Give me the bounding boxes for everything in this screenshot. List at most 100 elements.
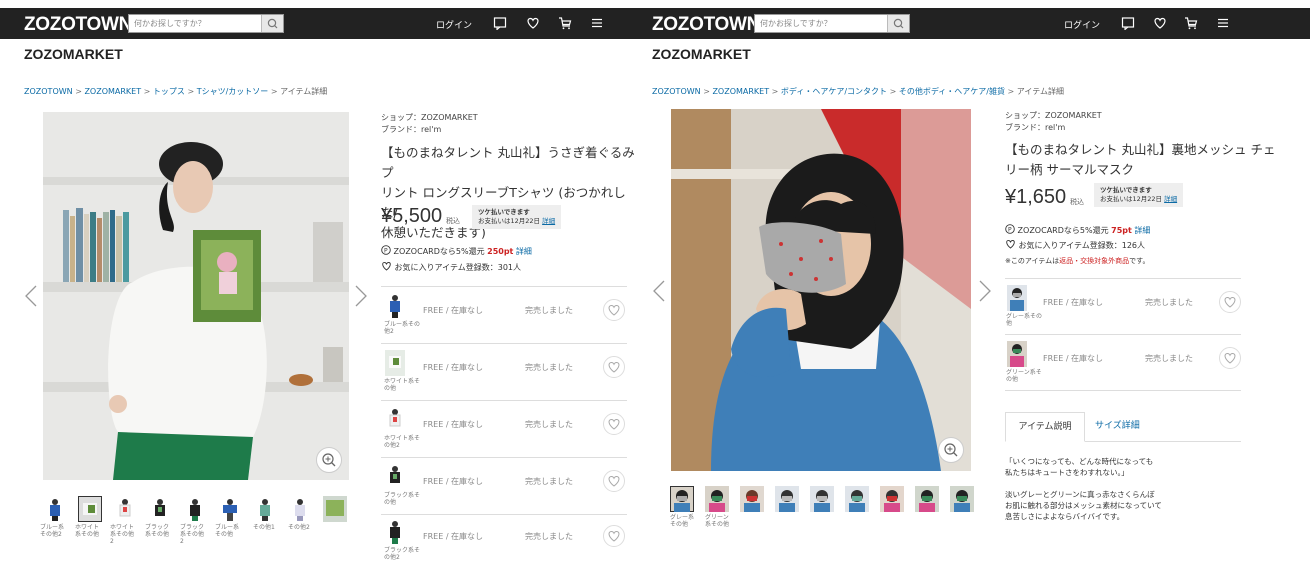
- menu-icon[interactable]: [1216, 16, 1230, 30]
- thumbnail[interactable]: [253, 496, 277, 522]
- next-image-arrow[interactable]: [354, 285, 368, 307]
- tab-size-detail[interactable]: サイズ詳細: [1095, 412, 1140, 442]
- thumbnail[interactable]: [323, 496, 347, 522]
- zoom-button[interactable]: [316, 447, 342, 473]
- breadcrumb-zozotown[interactable]: ZOZOTOWN: [24, 87, 73, 96]
- prev-image-arrow[interactable]: [652, 280, 666, 302]
- return-note-prefix: ※このアイテムは: [1005, 257, 1060, 265]
- breadcrumb-subcategory[interactable]: Tシャツ/カットソー: [197, 87, 269, 96]
- pay-later-detail-link[interactable]: 詳細: [542, 217, 555, 225]
- breadcrumb-subcategory[interactable]: その他ボディ・ヘアケア/雑貨: [899, 87, 1005, 96]
- message-icon[interactable]: [1121, 16, 1135, 30]
- login-link[interactable]: ログイン: [1064, 18, 1100, 31]
- thumbnail[interactable]: [113, 496, 137, 522]
- variant-size-stock: FREE / 在庫なし: [423, 532, 484, 541]
- product-title-line: 【ものまねタレント 丸山礼】うさぎ着ぐるみプ: [381, 145, 635, 180]
- thumbnail[interactable]: [845, 486, 869, 512]
- zozotown-logo[interactable]: ZOZOTOWN: [24, 14, 132, 36]
- thumbnail[interactable]: [950, 486, 974, 512]
- variant-color: ブラック系そ の他: [384, 492, 421, 506]
- variant-swatch: [385, 350, 405, 376]
- market-title[interactable]: ZOZOMARKET: [24, 46, 123, 62]
- thumbnail-label: グリーン 系その他: [705, 514, 730, 528]
- message-icon[interactable]: [493, 16, 507, 30]
- thumbnail[interactable]: [148, 496, 172, 522]
- breadcrumb-separator: >: [889, 87, 897, 96]
- tab-item-description[interactable]: アイテム説明: [1005, 412, 1085, 442]
- pay-later-detail-link[interactable]: 詳細: [1164, 195, 1177, 203]
- favorite-button[interactable]: [603, 413, 625, 435]
- search-input[interactable]: 何かお探しですか？: [754, 14, 910, 33]
- thumbnail[interactable]: [43, 496, 67, 522]
- brand-name[interactable]: ブランド：rel'm: [1005, 122, 1065, 134]
- favorite-button[interactable]: [603, 525, 625, 547]
- favorite-button[interactable]: [1219, 291, 1241, 313]
- thumbnail[interactable]: [183, 496, 207, 522]
- market-title[interactable]: ZOZOMARKET: [652, 46, 751, 62]
- points-detail-link[interactable]: 詳細: [516, 247, 532, 256]
- thumbnail[interactable]: [705, 486, 729, 512]
- menu-icon[interactable]: [590, 16, 604, 30]
- breadcrumb-category[interactable]: ボディ・ヘアケア/コンタクト: [781, 87, 887, 96]
- points-detail-link[interactable]: 詳細: [1134, 226, 1150, 235]
- login-link[interactable]: ログイン: [436, 18, 472, 31]
- heart-icon[interactable]: [1153, 16, 1167, 30]
- product-title-line: 【ものまねタレント 丸山礼】裏地メッシュ チェ: [1005, 142, 1276, 157]
- breadcrumb-zozomarket[interactable]: ZOZOMARKET: [84, 87, 141, 96]
- thumbnail[interactable]: [288, 496, 312, 522]
- search-placeholder: 何かお探しですか？: [760, 19, 832, 28]
- favorite-button[interactable]: [1219, 347, 1241, 369]
- pay-later-title: ツケ払いできます: [1100, 186, 1152, 194]
- favorites-count: お気に入りアイテム登録数：301人: [381, 261, 521, 273]
- thumbnail[interactable]: [915, 486, 939, 512]
- variant-color: ブラック系そ の他2: [384, 547, 421, 561]
- return-note-suffix: です。: [1129, 257, 1150, 265]
- thumbnail[interactable]: [775, 486, 799, 512]
- prev-image-arrow[interactable]: [24, 285, 38, 307]
- favorite-button[interactable]: [603, 470, 625, 492]
- description-line: 淡いグレーとグリーンに真っ赤なさくらんぼ: [1005, 490, 1155, 499]
- thumbnail[interactable]: [810, 486, 834, 512]
- variant-status: 完売しました: [525, 477, 573, 486]
- breadcrumb-separator: >: [771, 87, 779, 96]
- zoom-button[interactable]: [938, 437, 964, 463]
- thumbnail-selected[interactable]: [670, 486, 694, 512]
- thumbnail[interactable]: [218, 496, 242, 522]
- thumbnail-label: ホワイト 系その他 2: [110, 524, 135, 545]
- search-placeholder: 何かお探しですか？: [134, 19, 206, 28]
- search-input[interactable]: 何かお探しですか？: [128, 14, 284, 33]
- description-line: 息苦しさによよならバイバイです。: [1005, 512, 1125, 521]
- return-note-link[interactable]: 返品・交換対象外商品: [1059, 257, 1129, 265]
- next-image-arrow[interactable]: [978, 280, 992, 302]
- search-button[interactable]: [887, 15, 909, 32]
- heart-icon: [1224, 352, 1236, 364]
- search-icon: [893, 18, 904, 29]
- variant-swatch: [389, 409, 401, 427]
- favorite-button[interactable]: [603, 299, 625, 321]
- product-photo[interactable]: [671, 109, 971, 471]
- product-title-line: リー柄 サーマルマスク: [1005, 162, 1134, 177]
- search-icon: [267, 18, 278, 29]
- tax-label: 税込: [1070, 198, 1084, 206]
- thumbnail[interactable]: [740, 486, 764, 512]
- brand-name[interactable]: ブランド：rel'm: [381, 124, 441, 136]
- cart-icon[interactable]: [558, 16, 572, 30]
- shop-name[interactable]: ショップ：ZOZOMARKET: [1005, 110, 1102, 122]
- search-button[interactable]: [261, 15, 283, 32]
- cart-icon[interactable]: [1184, 16, 1198, 30]
- heart-icon[interactable]: [526, 16, 540, 30]
- variant-status: 完売しました: [525, 306, 573, 315]
- zozotown-logo[interactable]: ZOZOTOWN: [652, 14, 760, 36]
- variant-row: グリーン系そ の他 FREE / 在庫なし 完売しました: [1005, 334, 1241, 390]
- thumbnail-label: ブルー系 その他2: [40, 524, 65, 538]
- favorite-button[interactable]: [603, 356, 625, 378]
- thumbnail[interactable]: [880, 486, 904, 512]
- product-photo[interactable]: [43, 112, 349, 480]
- breadcrumb-zozotown[interactable]: ZOZOTOWN: [652, 87, 701, 96]
- thumbnail-selected[interactable]: [78, 496, 102, 522]
- thumbnail-label: その他1: [253, 524, 275, 531]
- shop-name[interactable]: ショップ：ZOZOMARKET: [381, 112, 478, 124]
- breadcrumb-zozomarket[interactable]: ZOZOMARKET: [712, 87, 769, 96]
- breadcrumb-category[interactable]: トップス: [153, 87, 185, 96]
- points-prefix: ZOZOCARDなら5%還元: [1017, 226, 1109, 235]
